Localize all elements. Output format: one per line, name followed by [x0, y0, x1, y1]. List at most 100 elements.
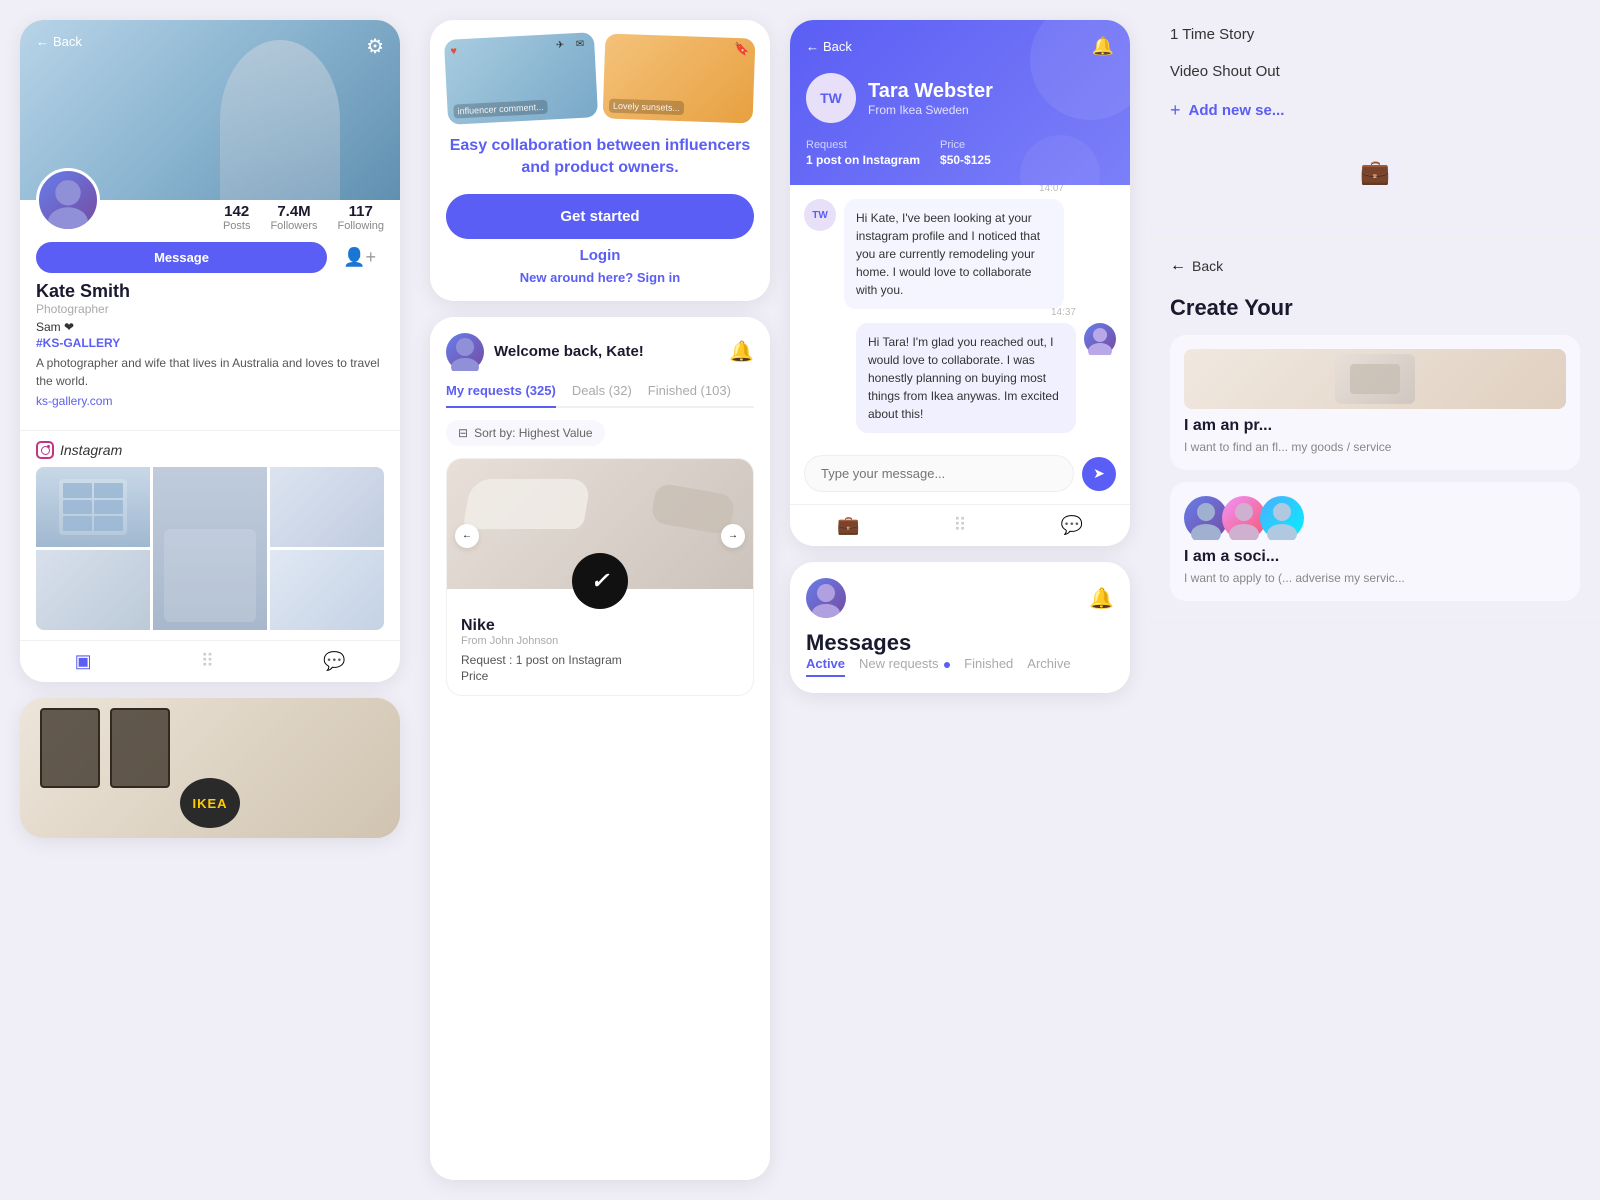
ikea-card-image: IKEA [20, 698, 400, 838]
message-row: TW 14:07 Hi Kate, I've been looking at y… [804, 199, 1116, 309]
collab-images: ♥ ✈ ✉ influencer comment... 🔖 Lovely sun… [446, 36, 754, 121]
requests-card: Welcome back, Kate! 🔔 My requests (325) … [430, 317, 770, 1180]
far-right-panel: 1 Time Story Video Shout Out + Add new s… [1140, 0, 1600, 1200]
chat-bottom-nav: 💼 ⠿ 💬 [790, 504, 1130, 546]
briefcase-icon-container: 💼 [1170, 131, 1580, 213]
tab-archive[interactable]: Archive [1027, 656, 1070, 677]
sidebar-video-shout-label: Video Shout Out [1170, 63, 1280, 80]
followers-label: Followers [270, 220, 317, 232]
profile-tag: Sam ❤ [36, 320, 384, 334]
social-person-3 [1260, 496, 1304, 540]
sidebar-time-story-label: 1 Time Story [1170, 26, 1254, 43]
welcome-header: Welcome back, Kate! 🔔 [446, 333, 754, 371]
sidebar-top: 1 Time Story Video Shout Out + Add new s… [1150, 0, 1600, 230]
self-message-bubble: Hi Tara! I'm glad you reached out, I wou… [856, 323, 1076, 433]
insta-cell-5[interactable] [270, 550, 384, 630]
back-arrow-icon-2: ← [1170, 257, 1186, 275]
sidebar-item-add-new[interactable]: + Add new se... [1170, 90, 1580, 131]
chat-profile-info: TW Tara Webster From Ikea Sweden [806, 73, 1114, 123]
role-card-desc-product: I want to find an fl... my goods / servi… [1184, 439, 1566, 456]
request-value: 1 post on Instagram [806, 153, 920, 167]
create-back-label[interactable]: Back [1192, 258, 1223, 274]
followers-stat: 7.4M Followers [270, 203, 317, 232]
tab-my-requests[interactable]: My requests (325) [446, 383, 556, 408]
get-started-button[interactable]: Get started [446, 194, 754, 239]
notification-bell-icon[interactable]: 🔔 [729, 339, 754, 364]
tab-new-requests[interactable]: New requests [859, 656, 950, 677]
insta-cell-2[interactable] [153, 467, 267, 630]
welcome-text: Welcome back, Kate! [494, 343, 644, 360]
instagram-label: Instagram [36, 441, 384, 459]
posts-count: 142 [223, 203, 251, 220]
self-message-time: 14:37 [1051, 307, 1076, 318]
chat-input[interactable] [804, 455, 1074, 492]
sender-avatar: TW [804, 199, 836, 231]
nike-next-button[interactable]: → [721, 524, 745, 548]
tab-finished[interactable]: Finished (103) [648, 383, 731, 408]
messages-user-avatar [806, 578, 846, 618]
tab-active[interactable]: Active [806, 656, 845, 677]
insta-cell-1[interactable] [36, 467, 150, 547]
chat-header: ← Back 🔔 TW Tara Webster From Ikea Swede… [790, 20, 1130, 185]
profile-actions: Message 👤+ [36, 242, 384, 273]
instagram-icon [36, 441, 54, 459]
insta-cell-4[interactable] [36, 550, 150, 630]
collab-image-2: 🔖 Lovely sunsets... [603, 33, 756, 123]
profile-website[interactable]: ks-gallery.com [36, 394, 384, 408]
profile-back-button[interactable]: ← Back [36, 34, 82, 49]
tara-chat-card: ← Back 🔔 TW Tara Webster From Ikea Swede… [790, 20, 1130, 546]
left-panel: ← Back ⚙ 142 Posts [0, 0, 420, 1200]
profile-card: ← Back ⚙ 142 Posts [20, 20, 400, 682]
message-button[interactable]: Message [36, 242, 327, 273]
sidebar-item-time-story[interactable]: 1 Time Story [1170, 16, 1580, 53]
chat-grid-icon[interactable]: ⠿ [953, 515, 966, 536]
briefcase-icon[interactable]: 💼 [1350, 147, 1400, 197]
following-count: 117 [338, 203, 384, 220]
profile-nav-bar: ▣ ⠿ 💬 [20, 640, 400, 682]
nav-chat-icon[interactable]: 💬 [323, 651, 345, 672]
collab-description: Easy collaboration between influencers a… [446, 135, 754, 180]
profile-bio: A photographer and wife that lives in Au… [36, 354, 384, 390]
ikea-card[interactable]: IKEA [20, 698, 400, 838]
filter-icon: ⊟ [458, 426, 468, 440]
divider-1 [1150, 238, 1600, 239]
chat-contact-name: Tara Webster [868, 80, 993, 103]
send-button[interactable]: ➤ [1082, 457, 1116, 491]
profile-avatar-section: 142 Posts 7.4M Followers 117 Following M… [20, 200, 400, 430]
role-card-social[interactable]: I am a soci... I want to apply to (... a… [1170, 482, 1580, 601]
role-card-product-owner[interactable]: I am an pr... I want to find an fl... my… [1170, 335, 1580, 470]
right-panel: ← Back 🔔 TW Tara Webster From Ikea Swede… [780, 0, 1140, 1200]
chat-request-info: Request 1 post on Instagram [806, 139, 920, 169]
sidebar-item-video-shout-out[interactable]: Video Shout Out [1170, 53, 1580, 90]
chat-briefcase-icon[interactable]: 💼 [837, 515, 859, 536]
sort-filter-button[interactable]: ⊟ Sort by: Highest Value [446, 420, 605, 446]
tab-finished[interactable]: Finished [964, 656, 1013, 677]
profile-hashtag[interactable]: #KS-GALLERY [36, 336, 384, 350]
messages-bell-icon[interactable]: 🔔 [1089, 586, 1114, 611]
nav-grid-icon[interactable]: ⠿ [201, 651, 214, 672]
nike-image: ← → ✓ [447, 459, 753, 589]
settings-gear-icon[interactable]: ⚙ [366, 34, 384, 59]
middle-panel: ♥ ✈ ✉ influencer comment... 🔖 Lovely sun… [420, 0, 780, 1200]
followers-count: 7.4M [270, 203, 317, 220]
nav-portfolio-icon[interactable]: ▣ [75, 651, 92, 672]
profile-name: Kate Smith [36, 281, 384, 302]
sign-in-text: New around here? Sign in [520, 270, 680, 285]
chat-bubble-icon[interactable]: 💬 [1061, 515, 1083, 536]
nike-carousel-nav: ← → [447, 524, 753, 548]
tab-deals[interactable]: Deals (32) [572, 383, 632, 408]
nike-prev-button[interactable]: ← [455, 524, 479, 548]
login-button[interactable]: Login [580, 247, 621, 264]
chat-back-button[interactable]: ← Back [806, 39, 852, 54]
add-friend-button[interactable]: 👤+ [335, 242, 384, 273]
insta-cell-3[interactable] [270, 467, 384, 547]
sign-in-link[interactable]: Sign in [637, 270, 680, 285]
role-card-desc-social: I want to apply to (... adverise my serv… [1184, 570, 1566, 587]
chat-contact-info: Tara Webster From Ikea Sweden [868, 80, 993, 117]
profile-role: Photographer [36, 302, 384, 316]
chat-bell-icon[interactable]: 🔔 [1092, 36, 1114, 57]
nike-request-card: ← → ✓ Nike From John Johnson Request : 1… [446, 458, 754, 696]
chat-header-top: ← Back 🔔 [806, 36, 1114, 57]
create-title: Create Your [1170, 295, 1580, 321]
chat-input-area: ➤ [790, 445, 1130, 504]
